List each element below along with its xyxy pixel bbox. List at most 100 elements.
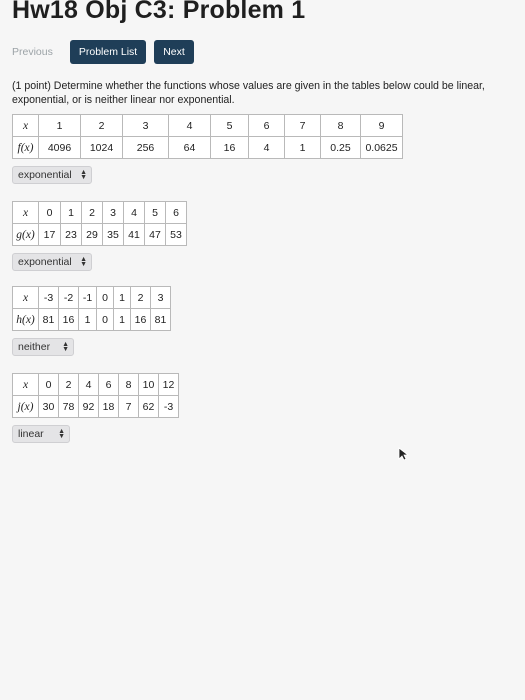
select-value: exponential bbox=[18, 256, 72, 268]
table-cell: x bbox=[12, 201, 39, 224]
answer-select-j[interactable]: linear ▲ ▼ bbox=[12, 425, 70, 443]
problem-page: Hw18 Obj C3: Problem 1 Previous Problem … bbox=[0, 0, 525, 700]
table-cell: 81 bbox=[38, 308, 59, 331]
table-cell: 16 bbox=[210, 136, 249, 159]
table-row: x -3 -2 -1 0 1 2 3 bbox=[12, 286, 171, 309]
mouse-pointer-icon bbox=[398, 447, 410, 461]
table-cell: -3 bbox=[38, 286, 59, 309]
table-cell: 2 bbox=[81, 201, 103, 224]
table-cell: 12 bbox=[158, 373, 179, 396]
problem-prompt: (1 point) Determine whether the function… bbox=[12, 80, 485, 106]
table-cell: 1024 bbox=[80, 136, 123, 159]
values-table-j: x 0 2 4 6 8 10 12 j(x) 30 78 92 18 7 62 … bbox=[12, 373, 179, 418]
next-button[interactable]: Next bbox=[154, 40, 194, 64]
problem-nav: Previous Problem List Next bbox=[12, 38, 202, 66]
select-value: neither bbox=[18, 341, 51, 353]
values-table-g: x 0 1 2 3 4 5 6 g(x) 17 23 29 35 41 47 5… bbox=[12, 201, 187, 246]
answer-select-h[interactable]: neither ▲ ▼ bbox=[12, 338, 74, 356]
table-row: g(x) 17 23 29 35 41 47 53 bbox=[12, 223, 187, 246]
problem-list-button[interactable]: Problem List bbox=[69, 40, 147, 64]
table-cell: 5 bbox=[144, 201, 166, 224]
values-table-h: x -3 -2 -1 0 1 2 3 h(x) 81 16 1 0 1 16 8… bbox=[12, 286, 171, 331]
table-cell: 0.0625 bbox=[360, 136, 403, 159]
table-cell: 4096 bbox=[38, 136, 81, 159]
table-cell: 64 bbox=[168, 136, 211, 159]
table-cell: 6 bbox=[165, 201, 187, 224]
table-row: x 0 1 2 3 4 5 6 bbox=[12, 201, 187, 224]
table-cell: x bbox=[12, 114, 39, 137]
table-cell: -3 bbox=[158, 395, 179, 418]
table-cell: 1 bbox=[113, 286, 131, 309]
table-cell: 7 bbox=[284, 114, 321, 137]
table-cell: 3 bbox=[122, 114, 169, 137]
table-cell: 78 bbox=[58, 395, 79, 418]
table-cell: 10 bbox=[138, 373, 159, 396]
table-cell: 6 bbox=[98, 373, 119, 396]
table-cell: 6 bbox=[248, 114, 285, 137]
table-cell: 9 bbox=[360, 114, 403, 137]
table-cell: 62 bbox=[138, 395, 159, 418]
table-cell: 4 bbox=[78, 373, 99, 396]
table-cell: 41 bbox=[123, 223, 145, 246]
table-cell: h(x) bbox=[12, 308, 39, 331]
table-cell: 53 bbox=[165, 223, 187, 246]
table-cell: 4 bbox=[168, 114, 211, 137]
table-cell: 8 bbox=[320, 114, 361, 137]
table-cell: 29 bbox=[81, 223, 103, 246]
table-cell: 1 bbox=[78, 308, 97, 331]
table-cell: 17 bbox=[38, 223, 61, 246]
table-cell: 92 bbox=[78, 395, 99, 418]
table-cell: g(x) bbox=[12, 223, 39, 246]
select-value: linear bbox=[18, 428, 44, 440]
table-cell: 35 bbox=[102, 223, 124, 246]
table-cell: 0 bbox=[96, 308, 114, 331]
answer-select-f[interactable]: exponential ▲ ▼ bbox=[12, 166, 92, 184]
table-cell: 2 bbox=[130, 286, 151, 309]
updown-arrows-icon: ▲ ▼ bbox=[58, 428, 65, 440]
table-cell: 7 bbox=[118, 395, 139, 418]
table-cell: 0.25 bbox=[320, 136, 361, 159]
table-cell: 2 bbox=[80, 114, 123, 137]
previous-button[interactable]: Previous bbox=[12, 40, 62, 64]
updown-arrows-icon: ▲ ▼ bbox=[80, 169, 87, 181]
table-cell: 8 bbox=[118, 373, 139, 396]
table-cell: 3 bbox=[102, 201, 124, 224]
table-cell: 4 bbox=[123, 201, 145, 224]
table-cell: 5 bbox=[210, 114, 249, 137]
table-cell: 16 bbox=[130, 308, 151, 331]
table-cell: 1 bbox=[113, 308, 131, 331]
table-cell: 47 bbox=[144, 223, 166, 246]
select-value: exponential bbox=[18, 169, 72, 181]
values-table-f: x 1 2 3 4 5 6 7 8 9 f(x) 4096 1024 256 6… bbox=[12, 114, 403, 159]
updown-arrows-icon: ▲ ▼ bbox=[62, 341, 69, 353]
table-cell: 81 bbox=[150, 308, 171, 331]
table-cell: x bbox=[12, 286, 39, 309]
page-title: Hw18 Obj C3: Problem 1 bbox=[12, 0, 306, 24]
table-row: h(x) 81 16 1 0 1 16 81 bbox=[12, 308, 171, 331]
answer-select-g[interactable]: exponential ▲ ▼ bbox=[12, 253, 92, 271]
table-cell: 0 bbox=[38, 201, 61, 224]
updown-arrows-icon: ▲ ▼ bbox=[80, 256, 87, 268]
table-cell: 23 bbox=[60, 223, 82, 246]
table-cell: f(x) bbox=[12, 136, 39, 159]
table-cell: 18 bbox=[98, 395, 119, 418]
table-row: x 0 2 4 6 8 10 12 bbox=[12, 373, 179, 396]
table-cell: 1 bbox=[38, 114, 81, 137]
table-cell: 0 bbox=[96, 286, 114, 309]
table-cell: -1 bbox=[78, 286, 97, 309]
table-cell: 4 bbox=[248, 136, 285, 159]
table-row: x 1 2 3 4 5 6 7 8 9 bbox=[12, 114, 403, 137]
table-cell: j(x) bbox=[12, 395, 39, 418]
table-cell: 1 bbox=[60, 201, 82, 224]
table-cell: -2 bbox=[58, 286, 79, 309]
table-cell: 30 bbox=[38, 395, 59, 418]
table-cell: x bbox=[12, 373, 39, 396]
table-cell: 16 bbox=[58, 308, 79, 331]
table-cell: 0 bbox=[38, 373, 59, 396]
table-cell: 3 bbox=[150, 286, 171, 309]
table-cell: 1 bbox=[284, 136, 321, 159]
table-row: j(x) 30 78 92 18 7 62 -3 bbox=[12, 395, 179, 418]
table-row: f(x) 4096 1024 256 64 16 4 1 0.25 0.0625 bbox=[12, 136, 403, 159]
table-cell: 2 bbox=[58, 373, 79, 396]
table-cell: 256 bbox=[122, 136, 169, 159]
